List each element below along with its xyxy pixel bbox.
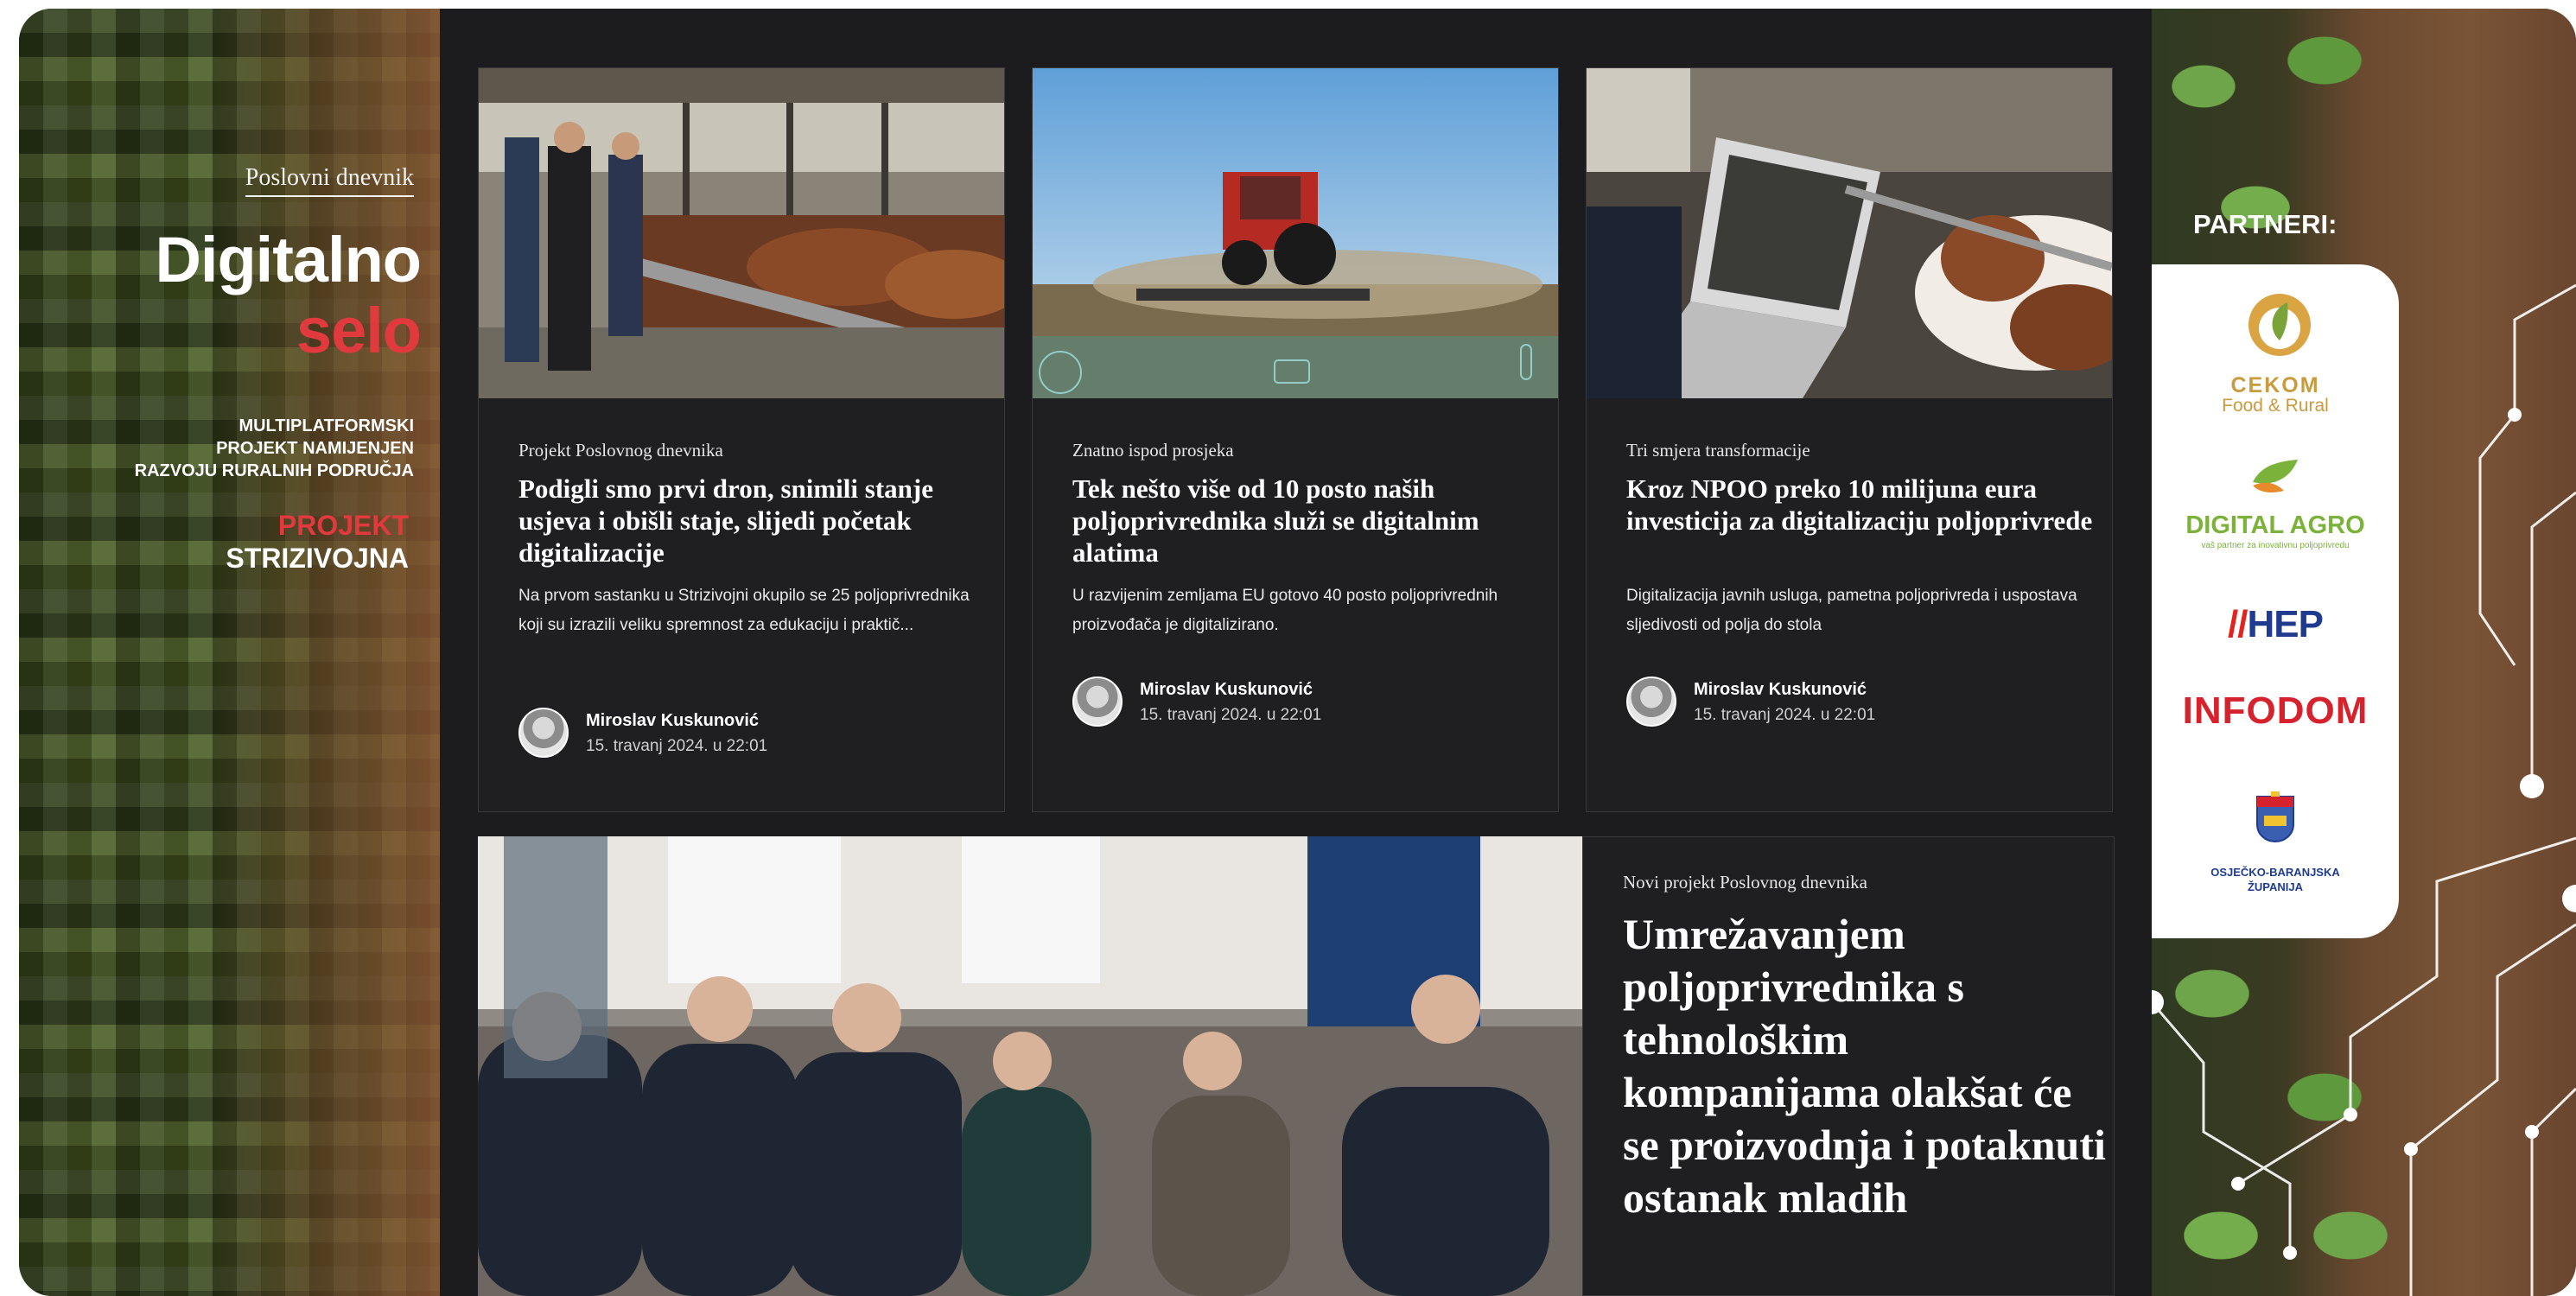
infodom-logo[interactable]: INFODOM [2152,689,2399,733]
banner-project-label: PROJEKT [277,510,409,541]
article-image-cattle-barn[interactable] [479,68,1004,398]
article-title[interactable]: Podigli smo prvi dron, snimili stanje us… [518,473,985,569]
left-banner-ad[interactable]: Poslovni dnevnik Digitalno selo MULTIPLA… [19,9,440,1296]
osijek-baranja-line: OSJEČKO-BARANJSKA [2210,866,2340,879]
featured-article[interactable]: Novi projekt Poslovnog dnevnika Umrežava… [478,836,2153,1296]
cekom-name: CEKOM [2230,373,2320,397]
article-lede: U razvijenim zemljama EU gotovo 40 posto… [1072,587,1498,634]
article-kicker: Projekt Poslovnog dnevnika [518,440,723,461]
article-lede: Na prvom sastanku u Strizivojni okupilo … [518,587,970,634]
article-date: 15. travanj 2024. u 22:01 [1694,706,1876,724]
banner-project-name: STRIZIVOJNA [226,543,409,574]
cekom-subtitle: Food & Rural [2222,396,2329,416]
banner-subtitle-line: RAZVOJU RURALNIH PODRUČJA [134,461,414,480]
page-frame: Poslovni dnevnik Digitalno selo MULTIPLA… [19,9,2576,1296]
hep-logo[interactable]: //HEP [2152,603,2399,646]
author-name: Miroslav Kuskunović [1140,680,1313,699]
banner-title-digitalno: Digitalno [155,224,422,295]
digital-agro-subtitle: vaš partner za inovativnu poljoprivredu [2201,541,2350,550]
avatar [1626,677,1676,727]
featured-title[interactable]: Umrežavanjem poljoprivrednika s tehnološ… [1623,908,2107,1224]
author-name: Miroslav Kuskunović [586,711,760,730]
banner-subtitle: MULTIPLATFORMSKI PROJEKT NAMIJENJEN RAZV… [135,415,414,482]
banner-subtitle-line: PROJEKT NAMIJENJEN [216,439,414,458]
banner-subtitle-line: MULTIPLATFORMSKI [239,416,414,435]
partners-heading: PARTNERI: [2193,209,2337,239]
article-kicker: Tri smjera transformacije [1626,440,1810,461]
right-partners-banner[interactable]: PARTNERI: CEKOM Food & Rural DIGITAL AGR… [2152,9,2576,1296]
banner-source: Poslovni dnevnik [245,164,414,197]
featured-kicker: Novi projekt Poslovnog dnevnika [1623,872,1867,893]
article-title[interactable]: Kroz NPOO preko 10 milijuna eura investi… [1626,473,2093,537]
article-card[interactable]: Projekt Poslovnog dnevnika Podigli smo p… [478,67,1005,812]
main-content: Projekt Poslovnog dnevnika Podigli smo p… [440,9,2152,1296]
osijek-baranja-label[interactable]: OSJEČKO-BARANJSKA ŽUPANIJA [2152,865,2399,894]
article-card[interactable]: Znatno ispod prosjeka Tek nešto više od … [1032,67,1559,812]
article-card[interactable]: Tri smjera transformacije Kroz NPOO prek… [1586,67,2113,812]
article-lede: Digitalizacija javnih usluga, pametna po… [1626,587,2077,634]
partners-logo-panel: CEKOM Food & Rural DIGITAL AGRO vaš part… [2152,264,2399,938]
article-image-laptop-cows[interactable] [1587,68,2112,398]
digital-agro-leaf-icon[interactable] [2249,456,2301,494]
featured-text-panel[interactable]: Novi projekt Poslovnog dnevnika Umrežava… [1582,836,2115,1296]
featured-image-audience[interactable] [478,836,1582,1296]
osijek-baranja-coat-of-arms-icon[interactable] [2255,791,2295,843]
digital-agro-name: DIGITAL AGRO [2185,511,2365,539]
article-kicker: Znatno ispod prosjeka [1072,440,1234,461]
osijek-baranja-line: ŽUPANIJA [2247,880,2304,893]
cekom-logo-icon[interactable] [2241,290,2318,359]
avatar [1072,677,1123,727]
article-image-tractor-field[interactable] [1033,68,1558,398]
author-name: Miroslav Kuskunović [1694,680,1867,699]
article-date: 15. travanj 2024. u 22:01 [1140,706,1322,724]
avatar [518,708,569,758]
article-date: 15. travanj 2024. u 22:01 [586,737,768,755]
hep-slash: // [2228,603,2248,645]
banner-title-selo: selo [296,295,422,366]
article-title[interactable]: Tek nešto više od 10 posto naših poljopr… [1072,473,1539,569]
hep-name: HEP [2247,603,2323,645]
